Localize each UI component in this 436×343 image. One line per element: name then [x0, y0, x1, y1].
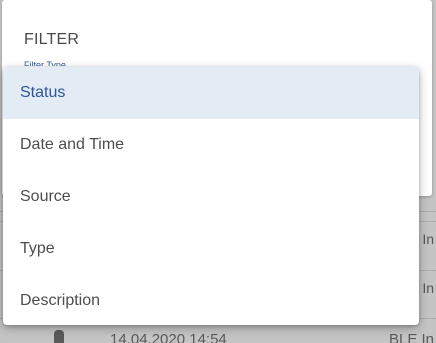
row-source: BLE In — [388, 331, 434, 343]
filter-type-dropdown: Status Date and Time Source Type Descrip… — [3, 67, 419, 325]
menu-item-type[interactable]: Type — [3, 223, 419, 275]
menu-item-label: Type — [20, 240, 55, 257]
menu-item-label: Status — [20, 84, 66, 101]
table-cell: In — [422, 231, 434, 247]
menu-item-description[interactable]: Description — [3, 275, 419, 325]
menu-item-date-and-time[interactable]: Date and Time — [3, 119, 419, 171]
menu-item-label: Description — [20, 292, 101, 309]
menu-item-label: Date and Time — [20, 136, 125, 153]
row-timestamp: 14.04.2020 14:54 — [110, 331, 227, 343]
menu-item-source[interactable]: Source — [3, 171, 419, 223]
device-icon — [54, 330, 64, 343]
filter-title: FILTER — [24, 31, 80, 48]
menu-item-status[interactable]: Status — [3, 67, 419, 119]
table-cell: In — [422, 280, 434, 296]
screen: In In 14.04.2020 14:54 BLE In FILTER Fil… — [0, 0, 436, 343]
filter-type-label: Filter Type — [24, 60, 66, 66]
menu-item-label: Source — [20, 188, 71, 205]
